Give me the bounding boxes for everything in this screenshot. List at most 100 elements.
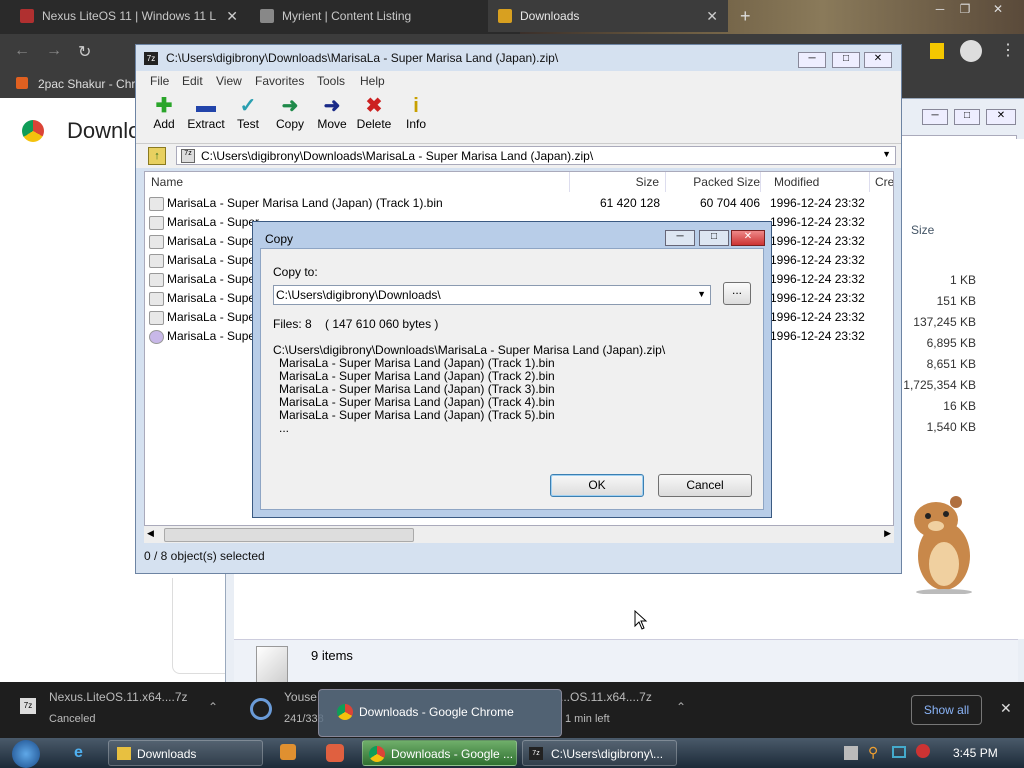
new-tab-icon[interactable]: + [740,6,751,27]
file-modified: 1996-12-24 23:32 [770,196,865,210]
taskbar-label: C:\Users\digibrony\... [551,747,664,761]
close-icon[interactable]: ✕ [706,8,718,25]
move-button[interactable]: ➜ Move [310,95,354,131]
extension-icon[interactable] [930,43,944,59]
close-window-icon[interactable]: ✕ [988,2,1008,16]
ok-button[interactable]: OK [550,474,644,497]
taskbar-item-sevenzip[interactable]: 7z C:\Users\digibrony\... [522,740,677,766]
file-name: MarisaLa - Super [167,234,260,248]
file-icon [149,311,164,325]
file-list-more: ... [279,421,290,435]
size-value: 1,540 KB [926,420,976,434]
downloads-icon [498,9,512,23]
scroll-right-icon[interactable]: ▶ [884,528,891,539]
chevron-down-icon[interactable]: ▼ [697,289,706,299]
column-size[interactable]: Size [569,172,666,192]
media-player-icon[interactable] [280,744,296,760]
file-packed-size: 60 704 406 [699,196,760,210]
close-icon[interactable]: ✕ [226,8,238,25]
menu-icon[interactable]: ⋮ [1000,40,1016,60]
chevron-up-icon[interactable]: ⌃ [208,700,218,714]
cancel-button[interactable]: Cancel [658,474,752,497]
size-value: 6,895 KB [926,336,976,350]
chevron-down-icon[interactable]: ▼ [882,149,891,159]
info-button[interactable]: i Info [394,95,438,131]
size-value: 137,245 KB [913,315,976,329]
download-item-name[interactable]: Nexus.LiteOS.11.x64....7z [49,690,188,704]
menu-help[interactable]: Help [360,74,385,88]
search-icon[interactable]: ⚲ [868,744,878,761]
restore-icon[interactable]: ❐ [955,2,975,16]
taskbar: e Downloads Downloads - Google ... 7z C:… [0,738,1024,768]
size-value: 16 KB [943,399,976,413]
dialog-body: Copy to: C:\Users\digibrony\Downloads\ ▼… [260,248,764,510]
address-input[interactable]: 7z C:\Users\digibrony\Downloads\MarisaLa… [176,146,896,165]
taskbar-item-downloads[interactable]: Downloads [108,740,263,766]
menu-tools[interactable]: Tools [317,74,345,88]
maximize-icon[interactable]: □ [832,52,860,68]
destination-combo[interactable]: C:\Users\digibrony\Downloads\ ▼ [273,285,711,305]
menu-view[interactable]: View [216,74,242,88]
ie-icon[interactable]: e [74,744,83,762]
start-button[interactable] [12,740,40,768]
file-size: 61 420 128 [599,196,660,210]
chevron-up-icon[interactable]: ⌃ [676,700,686,714]
maximize-icon[interactable]: □ [699,230,729,246]
column-size-header[interactable]: Size [911,223,934,237]
add-button[interactable]: ✚ Add [142,95,186,131]
scrollbar-thumb[interactable] [164,528,414,542]
delete-button[interactable]: ✖ Delete [352,95,396,131]
tab-downloads[interactable]: Downloads ✕ [488,0,728,32]
profile-icon[interactable] [960,40,982,62]
test-label: Test [236,117,259,131]
horizontal-scrollbar[interactable]: ◀ ▶ [144,526,894,543]
progress-ring-icon [250,698,272,720]
size-value: 1,725,354 KB [903,378,976,392]
menu-favorites[interactable]: Favorites [255,74,304,88]
copy-button[interactable]: ➜ Copy [268,95,312,131]
browse-button[interactable]: ... [723,282,751,305]
minimize-icon[interactable]: ─ [922,109,948,125]
column-modified[interactable]: Modified [770,172,870,192]
show-all-button[interactable]: Show all [911,695,982,725]
scroll-left-icon[interactable]: ◀ [147,528,154,539]
menu-file[interactable]: File [150,74,169,88]
tab-nexus[interactable]: Nexus LiteOS 11 | Windows 11 L ✕ [10,0,248,32]
close-shelf-icon[interactable]: ✕ [1000,700,1012,717]
reload-icon[interactable]: ↻ [78,42,91,62]
taskbar-preview[interactable]: Downloads - Google Chrome [318,689,562,737]
tab-myrient[interactable]: Myrient | Content Listing [250,0,486,32]
minimize-icon[interactable]: ─ [798,52,826,68]
download-item-name[interactable]: Youse [284,690,317,704]
copy-to-label: Copy to: [273,265,318,279]
back-icon[interactable]: ← [14,42,30,60]
toolbar: ✚ Add ▬ Extract ✓ Test ➜ Copy ➜ Move ✖ Delete … [136,91,901,144]
taskbar-item-chrome[interactable]: Downloads - Google ... [362,740,517,766]
bookmark-item[interactable]: 2pac Shakur - Chro [38,77,142,91]
menu-edit[interactable]: Edit [182,74,203,88]
close-icon[interactable]: ✕ [731,230,765,246]
close-icon[interactable]: ✕ [986,109,1016,125]
tray-icon[interactable] [844,746,858,760]
volume-icon[interactable] [916,744,930,758]
move-icon: ➜ [323,95,341,117]
paint-icon[interactable] [326,744,344,762]
table-row[interactable]: MarisaLa - Super Marisa Land (Japan) (Tr… [145,194,893,213]
file-name: MarisaLa - Super [167,215,260,229]
up-folder-icon[interactable]: ↑ [148,147,166,165]
test-button[interactable]: ✓ Test [226,95,270,131]
minimize-icon[interactable]: ─ [665,230,695,246]
download-item-name[interactable]: ...OS.11.x64....7z [560,690,652,704]
maximize-icon[interactable]: □ [954,109,980,125]
clock[interactable]: 3:45 PM [953,746,998,760]
column-created[interactable]: Crea [871,172,893,192]
network-icon[interactable] [892,746,906,758]
archive-icon [256,646,288,686]
column-name[interactable]: Name [145,172,570,192]
minimize-icon[interactable]: ─ [930,2,950,16]
extract-button[interactable]: ▬ Extract [184,95,228,131]
column-packed-size[interactable]: Packed Size [665,172,761,192]
forward-icon[interactable]: → [46,42,62,60]
taskbar-label: Downloads [137,747,197,761]
close-icon[interactable]: ✕ [864,52,892,68]
